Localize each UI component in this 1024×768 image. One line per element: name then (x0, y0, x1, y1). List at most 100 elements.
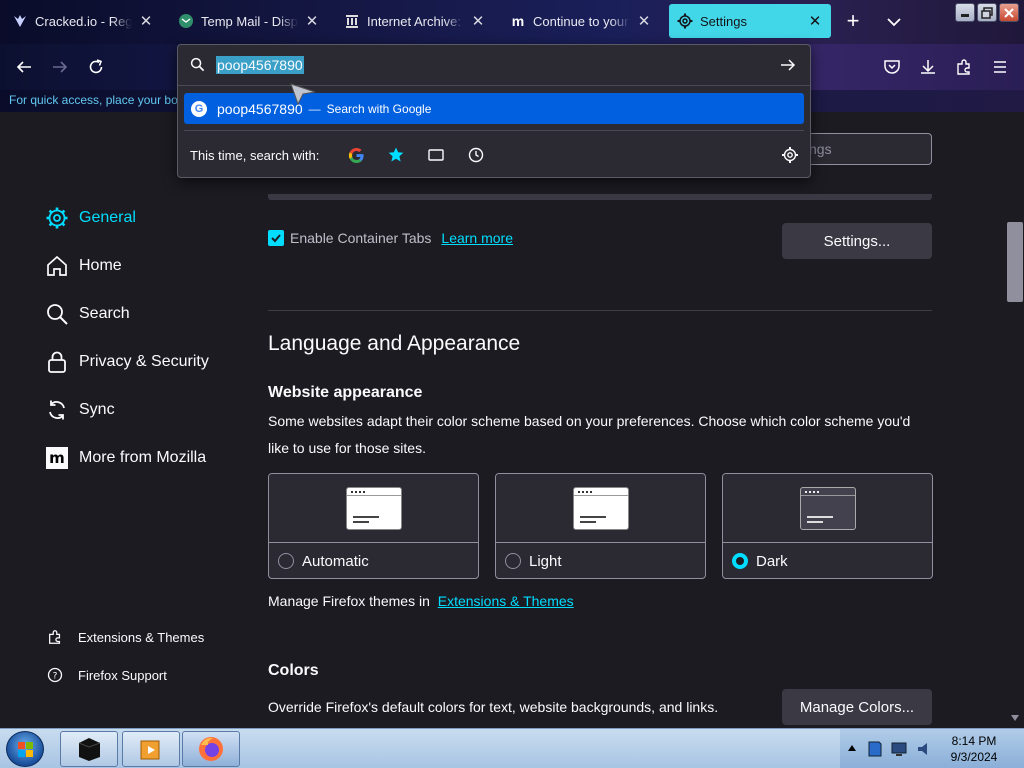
close-icon[interactable]: ✕ (470, 12, 486, 30)
scheme-radio-selected[interactable] (732, 553, 748, 569)
sidebar-link-firefox-support[interactable]: ? Firefox Support (46, 656, 204, 694)
scrollbar-thumb[interactable] (1007, 222, 1023, 302)
tab-cracked[interactable]: Cracked.io - Registra ✕ (4, 4, 162, 38)
sidebar-item-sync[interactable]: Sync (44, 386, 209, 434)
forward-button[interactable] (48, 55, 72, 79)
sidebar-item-label: Search (79, 305, 130, 322)
action-center-icon[interactable] (866, 740, 884, 758)
search-icon (190, 57, 205, 77)
scheme-card-light[interactable]: Light (495, 473, 706, 579)
close-icon[interactable]: ✕ (138, 12, 154, 30)
firefox-icon (199, 737, 223, 761)
scroll-down-arrow-icon[interactable] (1011, 715, 1019, 721)
website-appearance-heading: Website appearance (268, 384, 423, 401)
arrow-right-icon (53, 61, 68, 73)
sidebar-item-home[interactable]: Home (44, 242, 209, 290)
bookmarks-engine-button[interactable] (387, 146, 405, 164)
extensions-themes-link[interactable]: Extensions & Themes (438, 593, 574, 609)
tab-title: Settings (700, 13, 747, 29)
network-monitor-icon[interactable] (890, 740, 908, 758)
download-icon (921, 60, 935, 74)
go-arrow-icon[interactable] (780, 57, 796, 78)
taskbar-app-terminal[interactable] (60, 731, 118, 767)
sidebar-footer: Extensions & Themes ? Firefox Support (46, 618, 204, 694)
search-settings-button[interactable] (781, 146, 799, 164)
checkmark-icon (271, 234, 281, 243)
restore-icon (981, 6, 993, 19)
tab-internet-archive[interactable]: Internet Archive: Dig ✕ (336, 4, 494, 38)
svg-text:?: ? (53, 672, 58, 682)
sidebar-item-privacy[interactable]: Privacy & Security (44, 338, 209, 386)
start-button[interactable] (6, 731, 44, 767)
taskbar-app-firefox[interactable] (182, 731, 240, 767)
archive-building-icon (344, 13, 360, 29)
scheme-label: Automatic (302, 552, 369, 570)
divider (184, 130, 804, 131)
downloads-button[interactable] (916, 55, 940, 79)
manage-themes-text: Manage Firefox themes in (268, 593, 430, 609)
tab-settings[interactable]: Settings ✕ (669, 4, 831, 38)
list-all-tabs-button[interactable] (884, 12, 904, 32)
container-settings-button[interactable]: Settings... (782, 223, 932, 259)
scheme-card-automatic[interactable]: Automatic (268, 473, 479, 579)
url-input[interactable]: poop4567890 (216, 56, 304, 74)
close-icon (1004, 7, 1014, 18)
manage-colors-button[interactable]: Manage Colors... (782, 689, 932, 725)
google-icon: G (191, 100, 207, 117)
sidebar-item-more-from-mozilla[interactable]: m More from Mozilla (44, 434, 209, 482)
color-scheme-options: Automatic Light Dark (268, 473, 933, 579)
reload-button[interactable] (84, 55, 108, 79)
search-suggestion-row[interactable]: G poop4567890 — Search with Google (184, 93, 804, 124)
reload-icon (89, 59, 103, 74)
find-in-settings-input[interactable]: ngs (790, 133, 932, 165)
minimize-button[interactable] (955, 3, 975, 22)
star-icon (388, 147, 404, 162)
pocket-button[interactable] (880, 55, 904, 79)
tab-tempmail[interactable]: Temp Mail - Disposa ✕ (170, 4, 328, 38)
close-window-button[interactable] (999, 3, 1019, 22)
volume-icon[interactable] (916, 740, 934, 758)
google-icon (348, 147, 364, 163)
url-input-row[interactable]: poop4567890 (178, 45, 810, 85)
sidebar-item-search[interactable]: Search (44, 290, 209, 338)
sync-icon (44, 397, 70, 423)
close-icon[interactable]: ✕ (304, 12, 320, 30)
puzzle-icon (46, 628, 64, 646)
scheme-label: Dark (756, 552, 788, 570)
restore-button[interactable] (977, 3, 997, 22)
close-icon[interactable]: ✕ (636, 12, 652, 30)
taskbar-clock[interactable]: 8:14 PM 9/3/2024 (944, 733, 1004, 765)
sidebar-link-extensions-themes[interactable]: Extensions & Themes (46, 618, 204, 656)
minimize-icon (961, 13, 969, 17)
extensions-button[interactable] (952, 55, 976, 79)
container-tabs-checkbox[interactable] (268, 230, 284, 246)
sidebar-item-general[interactable]: General (44, 194, 209, 242)
new-tab-button[interactable]: + (842, 10, 864, 32)
divider (268, 310, 932, 311)
scheme-radio[interactable] (278, 553, 294, 569)
arrow-left-icon (16, 61, 31, 73)
taskbar-app-media-player[interactable] (122, 731, 180, 767)
sidebar-item-label: Privacy & Security (79, 353, 209, 370)
bookmarks-hint-text: For quick access, place your boo (9, 93, 185, 107)
sidebar-item-label: Home (79, 257, 122, 274)
hamburger-menu-icon (994, 61, 1006, 73)
scheme-label: Light (529, 552, 562, 570)
tab-medium[interactable]: m Continue to your Mi ✕ (502, 4, 660, 38)
history-engine-button[interactable] (467, 146, 485, 164)
chevron-up-icon[interactable] (848, 744, 856, 752)
sidebar-item-label: More from Mozilla (79, 449, 207, 466)
suggestion-action: Search with Google (326, 101, 432, 116)
scheme-card-dark[interactable]: Dark (722, 473, 933, 579)
app-menu-button[interactable] (988, 55, 1012, 79)
back-button[interactable] (12, 55, 36, 79)
learn-more-link[interactable]: Learn more (441, 230, 513, 246)
browser-preview-icon (346, 487, 402, 530)
google-engine-button[interactable] (347, 146, 365, 164)
windows-taskbar: 8:14 PM 9/3/2024 (0, 728, 1024, 768)
scheme-preview (496, 474, 705, 543)
tabs-engine-button[interactable] (427, 146, 445, 164)
close-icon[interactable]: ✕ (807, 12, 823, 30)
scheme-radio[interactable] (505, 553, 521, 569)
page-scrollbar[interactable] (1006, 112, 1024, 728)
